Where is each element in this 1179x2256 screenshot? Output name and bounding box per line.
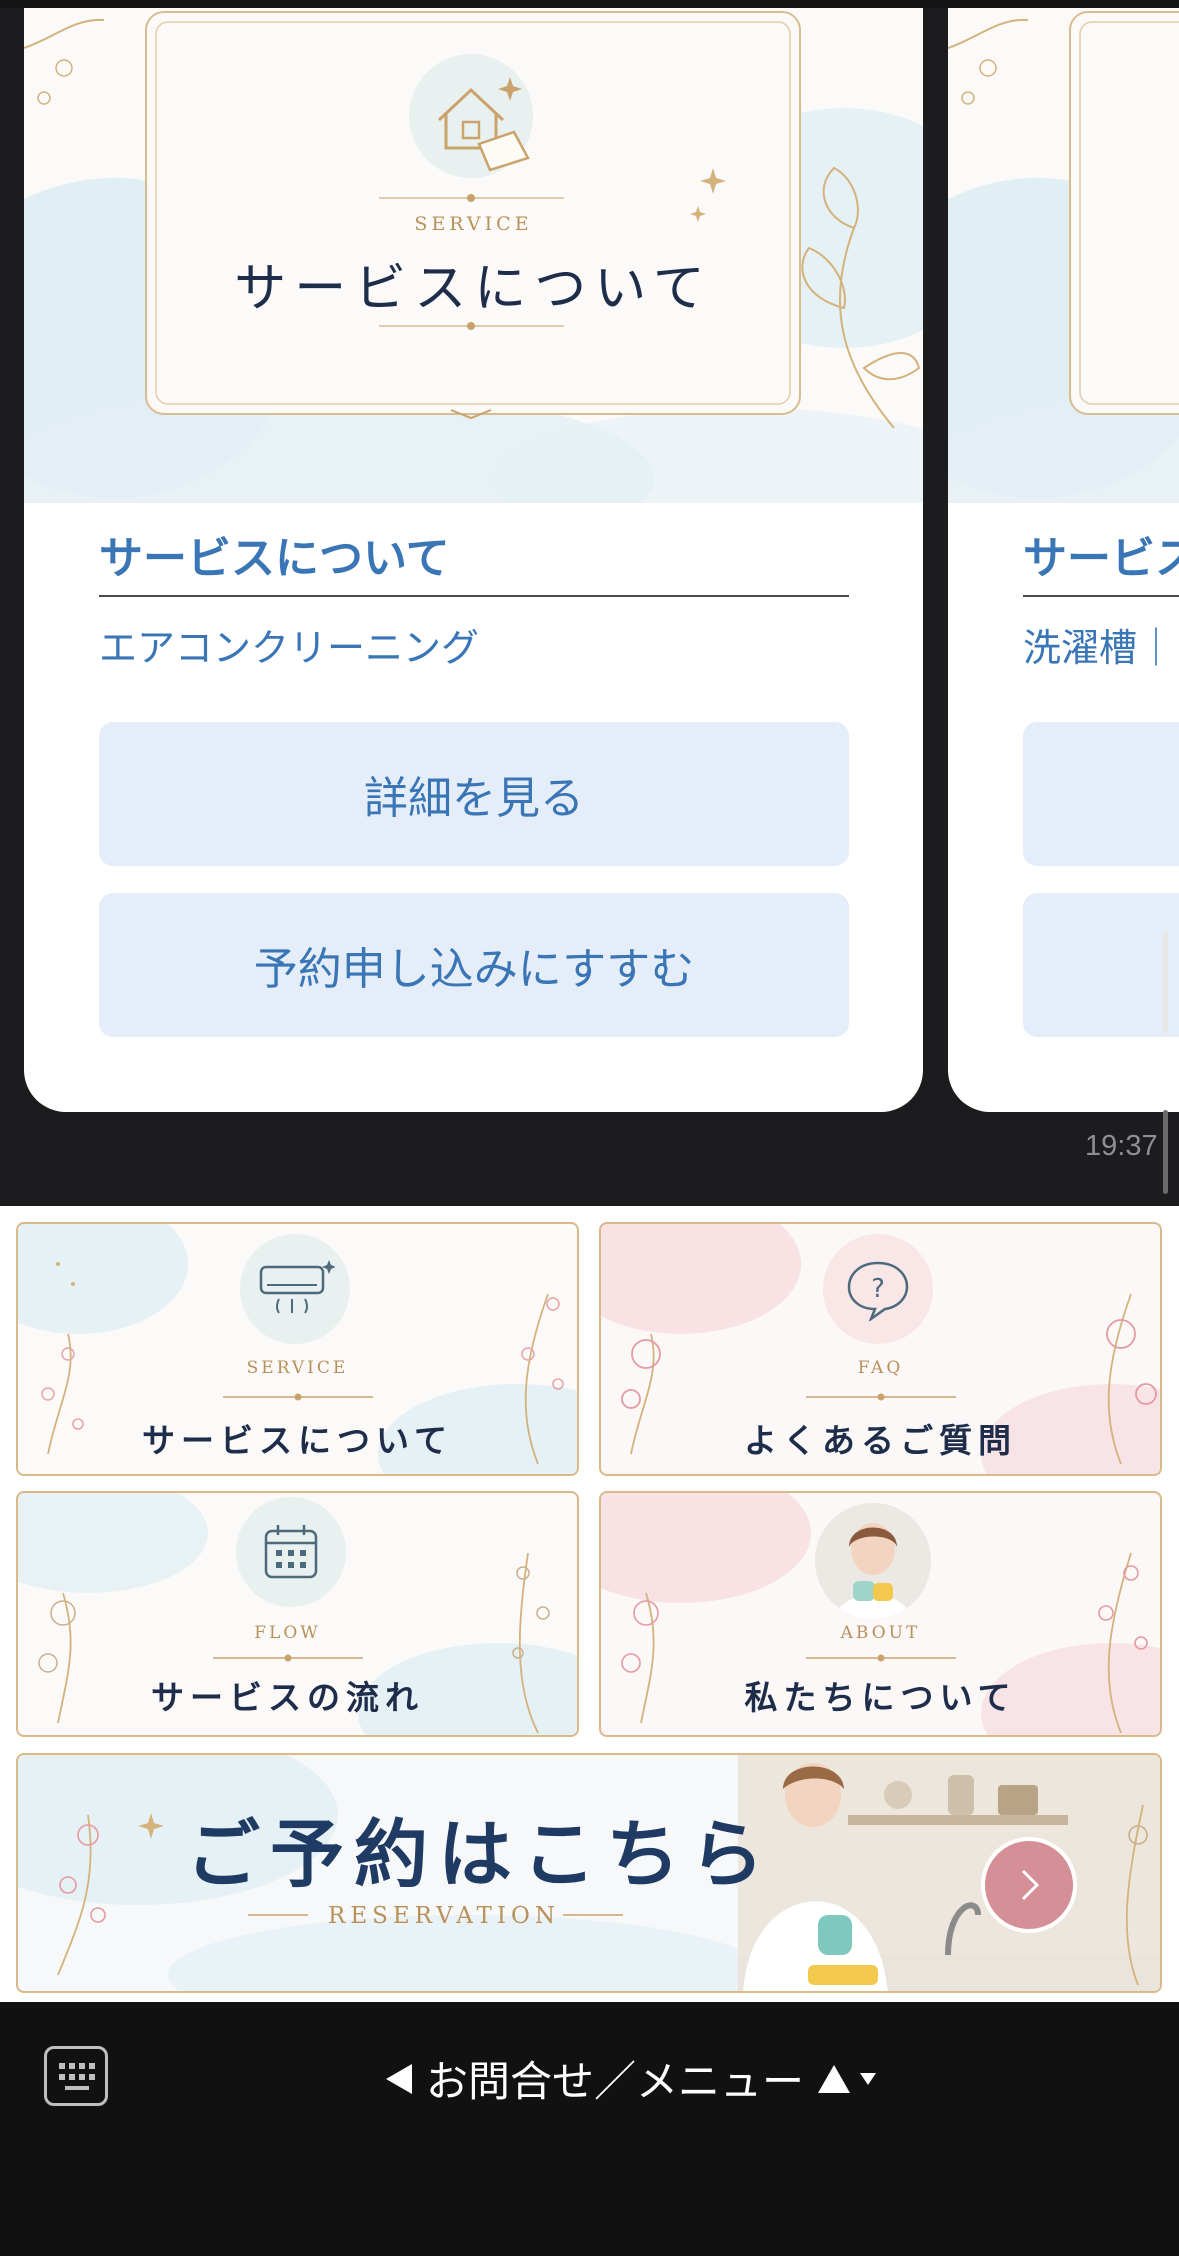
triangle-up-icon xyxy=(818,2064,851,2093)
tile-eyebrow: ABOUT xyxy=(840,1623,921,1643)
chat-area[interactable]: SERVICE サービスについて サービスについて エアコンクリーニング 詳細を… xyxy=(0,0,1179,1206)
question-bubble-icon: ? xyxy=(823,1234,933,1344)
reservation-banner[interactable]: ご予約はこちら RESERVATION xyxy=(16,1753,1162,1993)
reserve-button[interactable]: 予約申し込みにすすむ xyxy=(99,893,849,1037)
card-title: サービスについて xyxy=(99,531,849,597)
service-card-1: SERVICE サービスについて サービスについて エアコンクリーニング 詳細を… xyxy=(24,8,923,1112)
rich-menu: SERVICE サービスについて ? FAQ よくあるご質問 FLOW サービス… xyxy=(0,1206,1179,2002)
details-button[interactable] xyxy=(1023,722,1179,866)
calendar-icon xyxy=(236,1497,346,1607)
details-button[interactable]: 詳細を見る xyxy=(99,722,849,866)
tile-label: サービスについて xyxy=(141,1421,453,1460)
bottom-bar: お問合せ／メニュー xyxy=(0,2002,1179,2256)
tile-eyebrow: FAQ xyxy=(857,1358,904,1378)
menu-tile-service[interactable]: SERVICE サービスについて xyxy=(16,1222,579,1476)
menu-tile-flow[interactable]: FLOW サービスの流れ xyxy=(16,1491,579,1737)
ornament-divider xyxy=(805,1393,956,1401)
keyboard-icon[interactable] xyxy=(44,2046,108,2106)
menu-toggle-button[interactable]: お問合せ／メニュー xyxy=(386,2048,877,2109)
air-conditioner-icon xyxy=(240,1234,350,1344)
triangle-left-icon xyxy=(386,2063,412,2094)
menu-tile-about[interactable]: ABOUT 私たちについて xyxy=(599,1491,1162,1737)
card-hero-image[interactable]: SERVICE サービスについて xyxy=(24,8,923,503)
reservation-subtitle: RESERVATION xyxy=(328,1903,560,1929)
tile-label: 私たちについて xyxy=(744,1678,1017,1717)
card-hero-title: サービスについて xyxy=(234,259,713,319)
reserve-button[interactable] xyxy=(1023,893,1179,1037)
chevron-right-icon[interactable] xyxy=(981,1837,1077,1933)
ornament-divider xyxy=(222,1393,373,1401)
card-title: サービスについて xyxy=(1023,531,1179,597)
card-hero-eyebrow: SERVICE xyxy=(414,213,533,235)
ornament-divider xyxy=(805,1654,956,1662)
tile-label: よくあるご質問 xyxy=(744,1421,1017,1460)
card-subtitle: 洗濯槽｜ xyxy=(1023,626,1176,670)
svg-text:?: ? xyxy=(871,1274,885,1304)
ornament-divider xyxy=(212,1654,363,1662)
service-card-2: サービスについて 洗濯槽｜ xyxy=(948,8,1179,1112)
menu-tile-faq[interactable]: ? FAQ よくあるご質問 xyxy=(599,1222,1162,1476)
message-timestamp: 19:37 xyxy=(1085,1130,1158,1162)
staff-photo xyxy=(815,1503,931,1619)
tile-label: サービスの流れ xyxy=(151,1678,424,1717)
chat-scrollbar[interactable] xyxy=(1163,1110,1168,1194)
tile-eyebrow: FLOW xyxy=(254,1623,321,1643)
caret-down-icon xyxy=(860,2072,877,2085)
tile-eyebrow: SERVICE xyxy=(246,1358,349,1378)
carousel-scroll-indicator xyxy=(1163,930,1168,1034)
top-strip xyxy=(0,0,1179,8)
menu-toggle-label: お問合せ／メニュー xyxy=(426,2057,805,2106)
card-hero-image[interactable] xyxy=(948,8,1179,503)
card-subtitle: エアコンクリーニング xyxy=(99,626,480,670)
reservation-title: ご予約はこちら xyxy=(186,1812,774,1898)
